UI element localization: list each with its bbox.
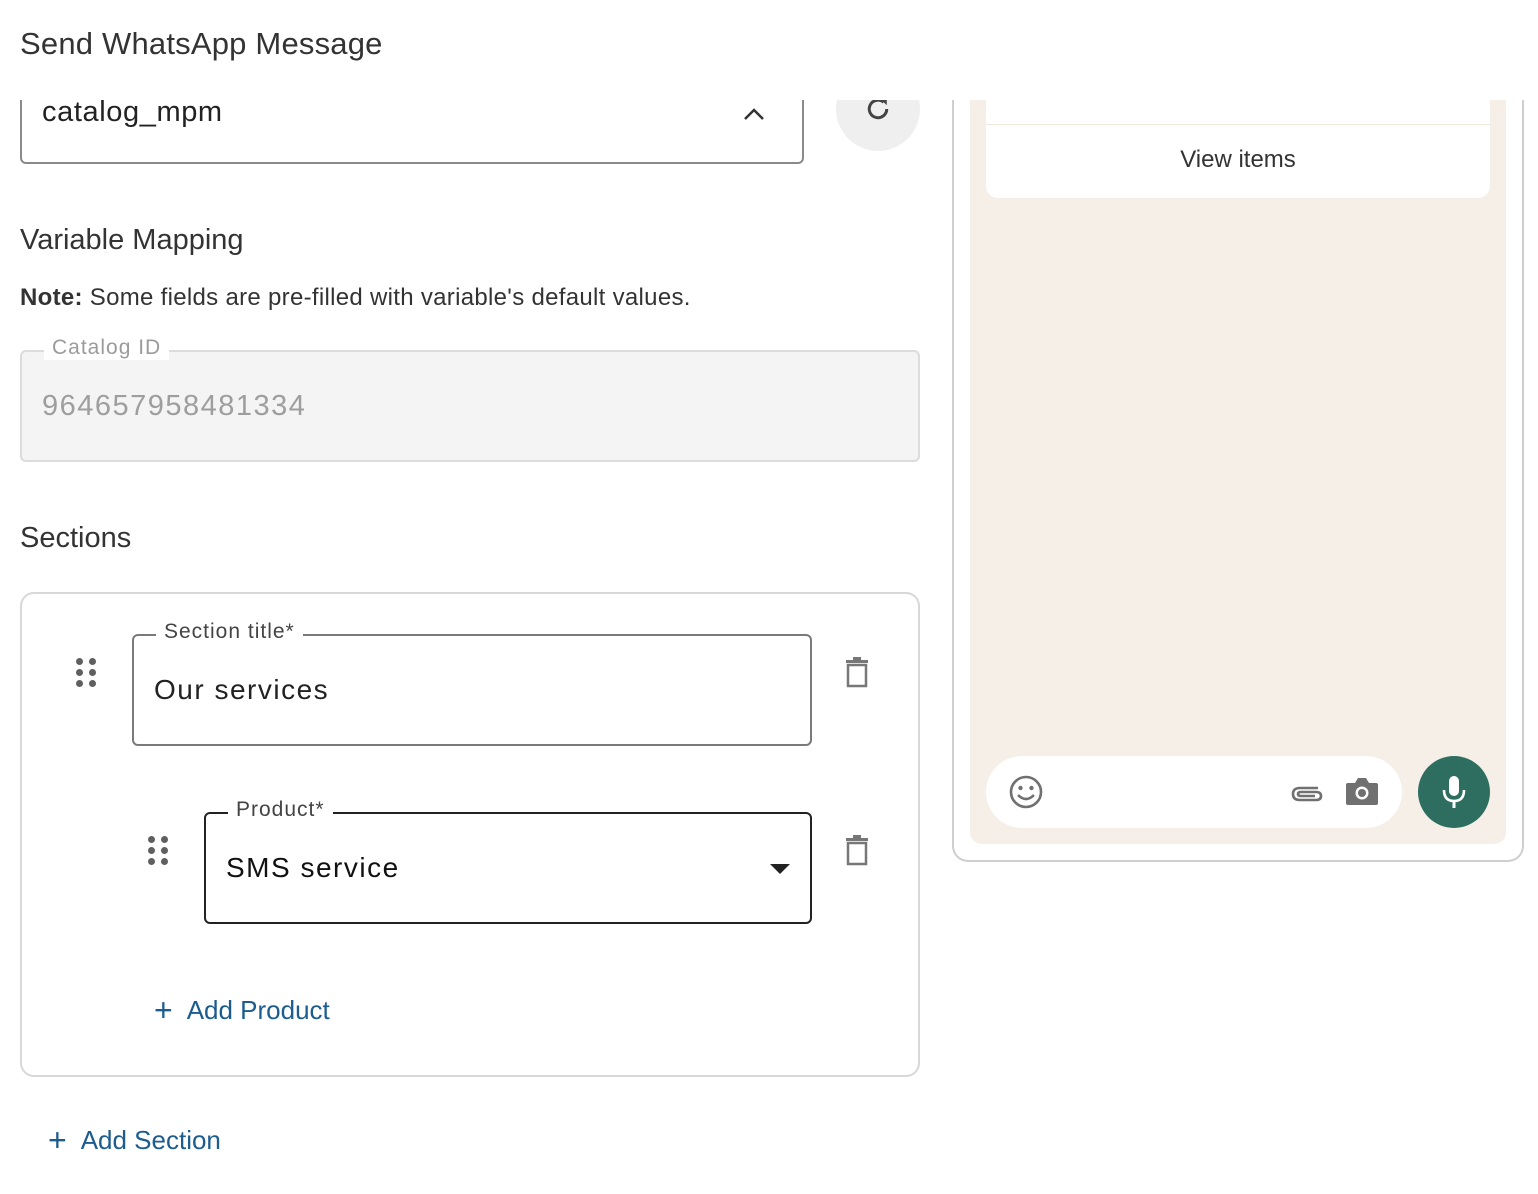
product-select[interactable]: Product* SMS service	[204, 798, 812, 924]
whatsapp-preview: View items	[952, 100, 1524, 862]
page-title: Send WhatsApp Message	[20, 26, 383, 61]
catalog-id-value: 964657958481334	[42, 390, 307, 422]
chat-background: View items	[970, 100, 1506, 844]
drag-handle-icon[interactable]	[148, 836, 168, 866]
drag-handle-icon[interactable]	[76, 658, 96, 688]
section-title-value: Our services	[154, 674, 330, 705]
template-select-value: catalog_mpm	[42, 100, 223, 128]
note-label: Note:	[20, 284, 83, 311]
add-section-button[interactable]: + Add Section	[48, 1124, 221, 1156]
catalog-id-label: Catalog ID	[44, 336, 170, 360]
trash-icon[interactable]	[844, 656, 870, 688]
plus-icon: +	[154, 992, 173, 1028]
plus-icon: +	[48, 1122, 67, 1158]
template-select[interactable]: catalog_mpm	[20, 100, 804, 164]
chevron-up-icon[interactable]	[742, 102, 766, 126]
paperclip-icon[interactable]	[1288, 776, 1324, 808]
section-card: Section title* Our services Product* SMS…	[20, 592, 920, 1077]
message-composer[interactable]	[986, 756, 1402, 828]
camera-icon[interactable]	[1344, 774, 1380, 808]
form-scroll-area[interactable]: catalog_mpm Variable Mapping Note: Some …	[0, 100, 1538, 1194]
catalog-id-field: Catalog ID 964657958481334	[20, 336, 920, 462]
mic-button[interactable]	[1418, 756, 1490, 828]
refresh-icon	[867, 100, 889, 120]
variable-mapping-heading: Variable Mapping	[20, 224, 244, 256]
sections-heading: Sections	[20, 522, 132, 554]
section-title-label: Section title*	[156, 620, 303, 644]
refresh-button[interactable]	[836, 100, 920, 151]
add-section-label: Add Section	[80, 1124, 221, 1155]
add-product-label: Add Product	[186, 994, 330, 1025]
section-title-field[interactable]: Section title* Our services	[132, 620, 812, 746]
view-items-button[interactable]: View items	[986, 146, 1490, 174]
product-value: SMS service	[226, 852, 400, 883]
trash-icon[interactable]	[844, 834, 870, 866]
prefill-note: Note: Some fields are pre-filled with va…	[20, 284, 691, 312]
dropdown-caret-icon[interactable]	[770, 864, 790, 874]
add-product-button[interactable]: + Add Product	[154, 994, 330, 1026]
note-text: Some fields are pre-filled with variable…	[82, 284, 691, 311]
emoji-icon[interactable]	[1008, 774, 1044, 810]
microphone-icon	[1442, 776, 1466, 808]
message-bubble: View items	[986, 100, 1490, 198]
product-label: Product*	[228, 798, 333, 822]
